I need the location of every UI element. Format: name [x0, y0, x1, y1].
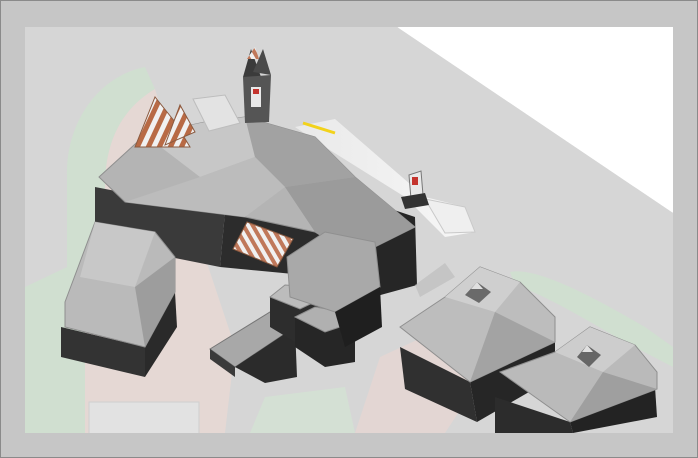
architectural-render — [25, 27, 673, 433]
lawn-square — [88, 401, 200, 433]
render-viewport — [25, 27, 673, 433]
viewport-frame — [0, 0, 698, 458]
